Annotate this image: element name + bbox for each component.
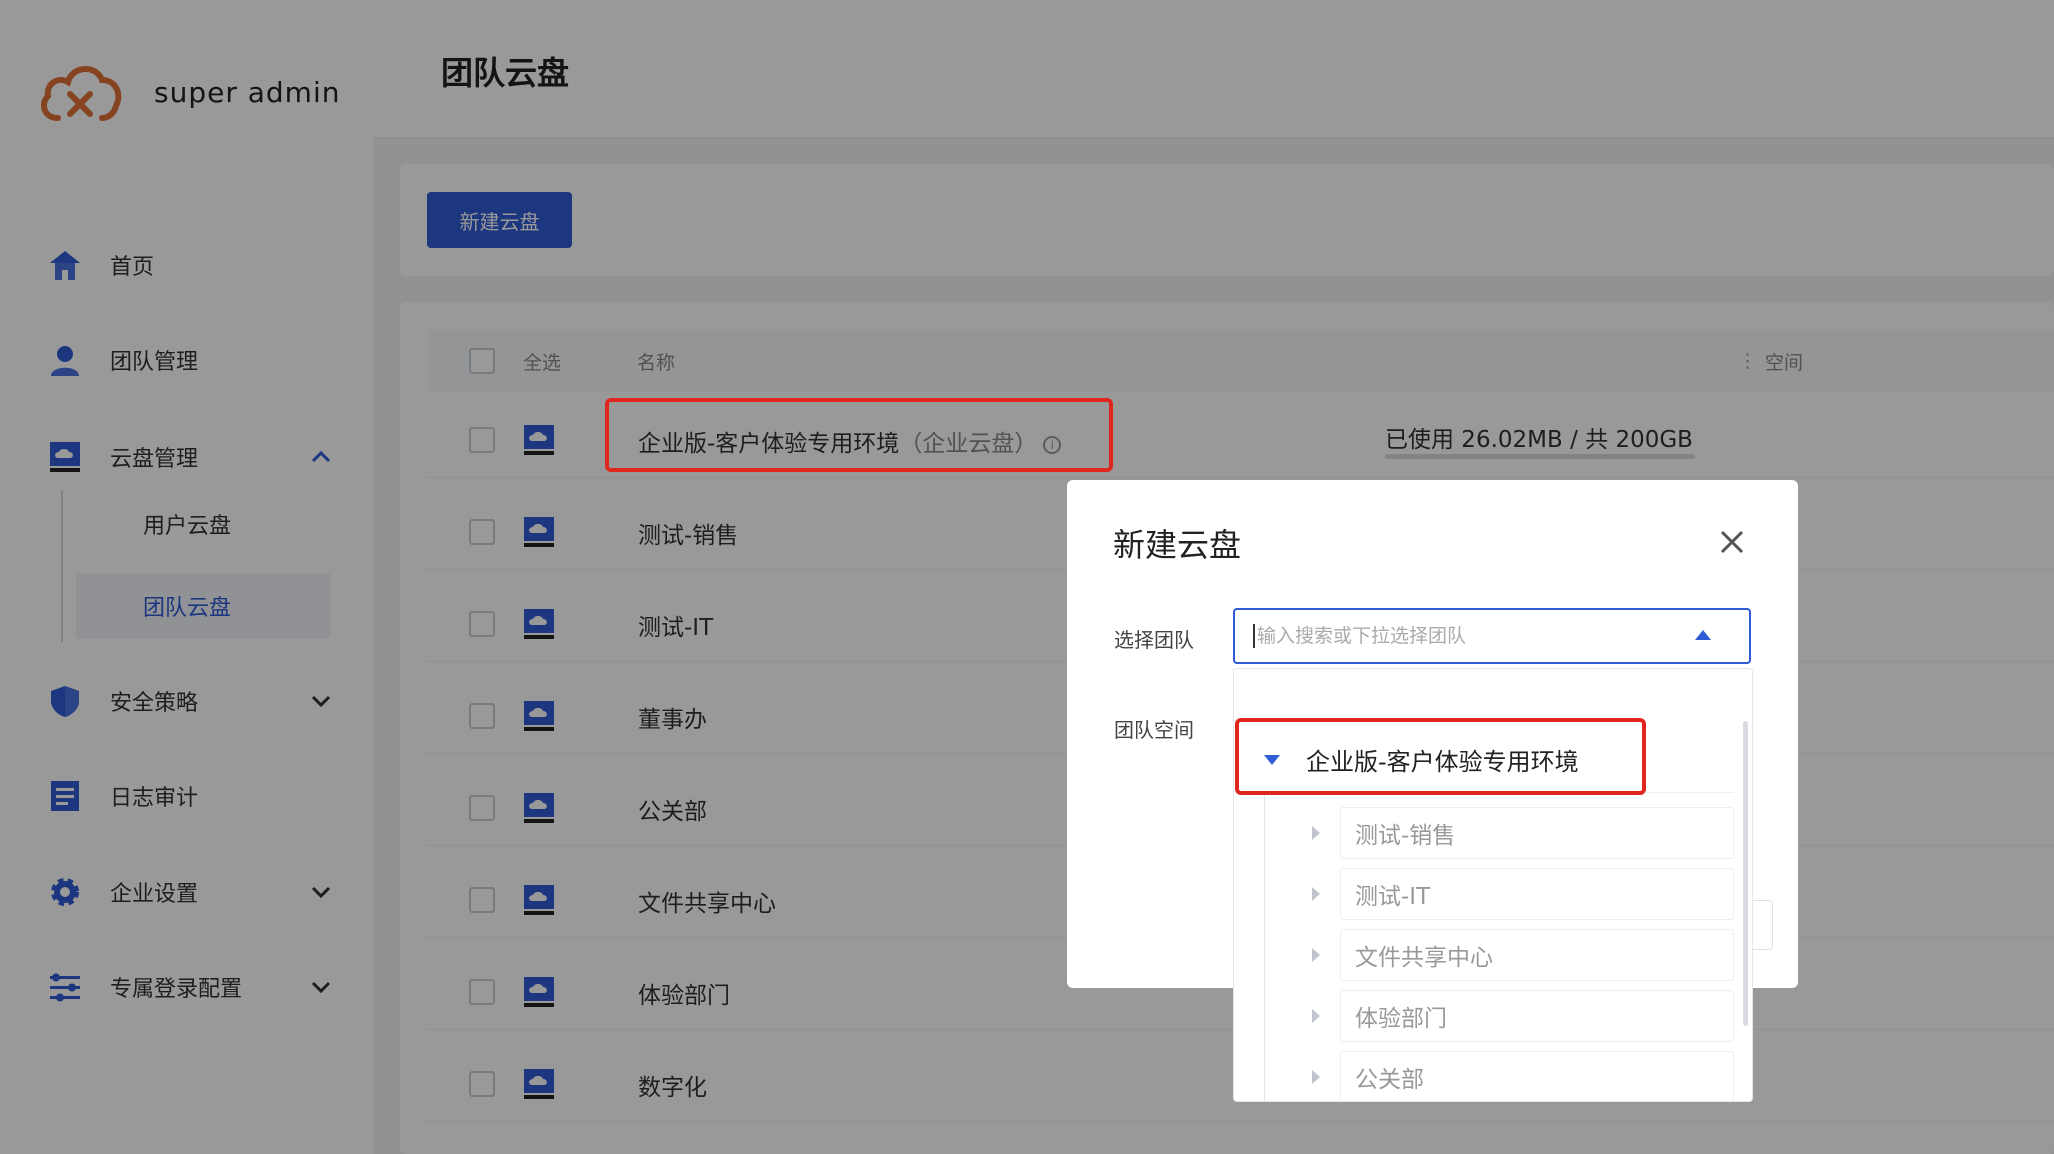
tree-guide-line [1264, 793, 1265, 1101]
caret-right-icon[interactable] [1312, 1009, 1320, 1023]
team-space-label: 团队空间 [1114, 718, 1194, 742]
select-team-label: 选择团队 [1114, 628, 1194, 652]
caret-right-icon[interactable] [1312, 826, 1320, 840]
team-search-input[interactable]: 输入搜索或下拉选择团队 [1253, 624, 1466, 648]
tree-node[interactable]: 体验部门 [1284, 988, 1734, 1044]
caret-up-icon[interactable] [1695, 630, 1711, 640]
team-select[interactable]: 输入搜索或下拉选择团队 [1233, 608, 1751, 664]
caret-right-icon[interactable] [1312, 1070, 1320, 1084]
annotation-highlight-tree-root [1235, 718, 1646, 795]
tree-node[interactable]: 公关部 [1284, 1049, 1734, 1101]
close-icon[interactable] [1714, 524, 1750, 560]
dropdown-scrollbar[interactable] [1743, 721, 1748, 1026]
annotation-highlight-row [605, 398, 1113, 472]
tree-node[interactable]: 测试-IT [1284, 866, 1734, 922]
tree-node[interactable]: 文件共享中心 [1284, 927, 1734, 983]
tree-node[interactable]: 测试-销售 [1284, 805, 1734, 861]
caret-right-icon[interactable] [1312, 948, 1320, 962]
dialog-title: 新建云盘 [1113, 526, 1242, 564]
caret-right-icon[interactable] [1312, 887, 1320, 901]
